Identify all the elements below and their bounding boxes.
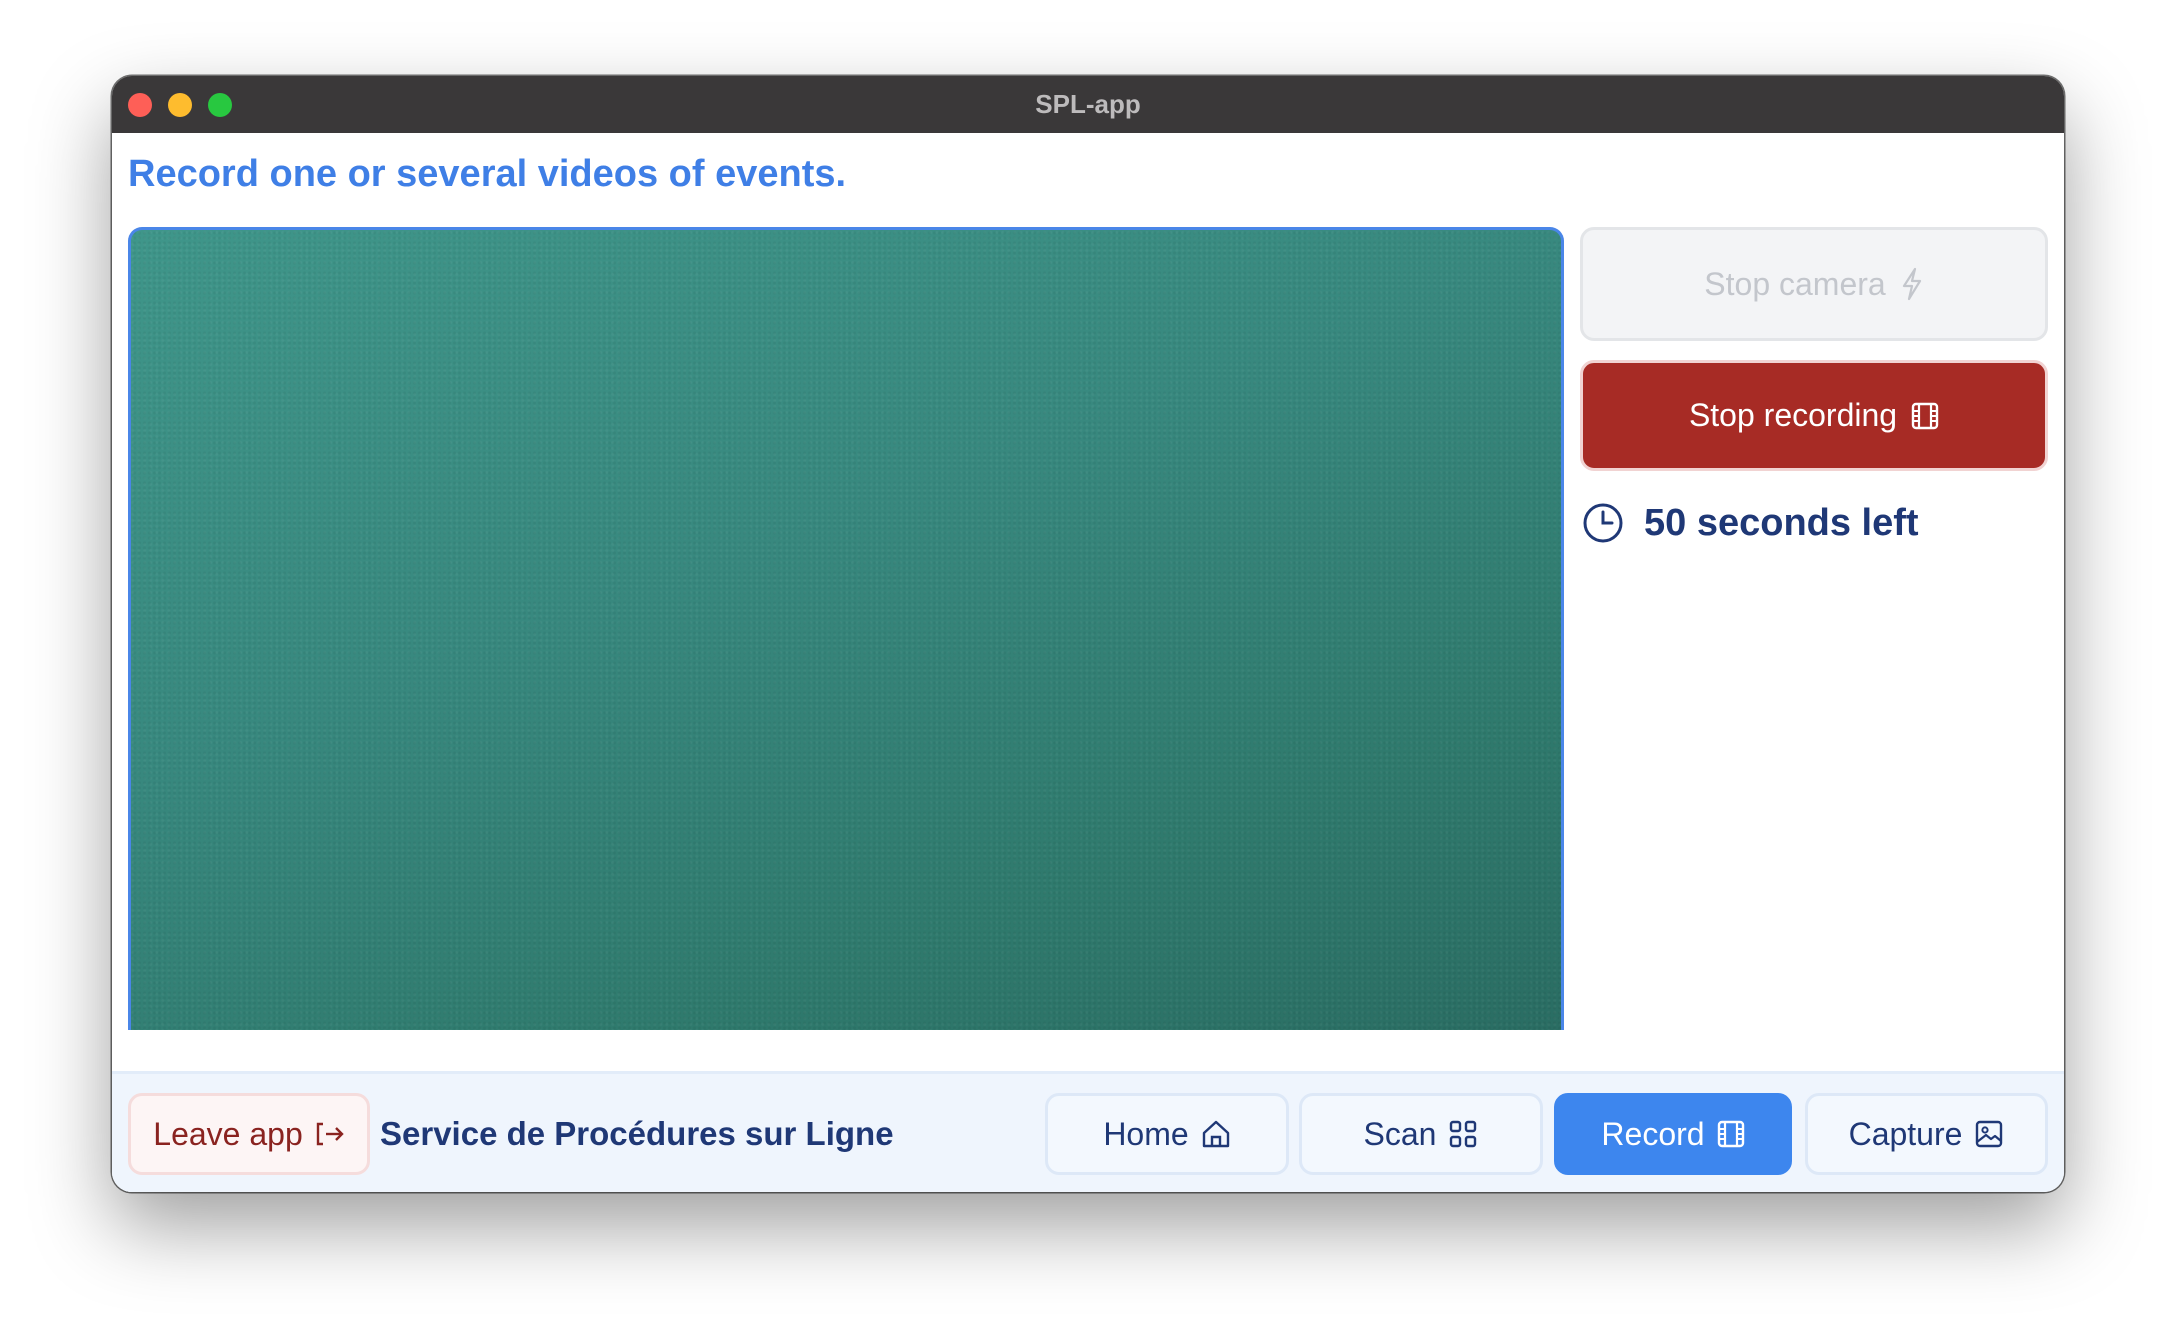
window-title: SPL-app (1035, 89, 1141, 119)
nav-record-label: Record (1601, 1115, 1705, 1152)
camera-preview (128, 227, 1564, 1030)
grid-icon (1448, 1119, 1478, 1149)
clock-icon (1582, 502, 1624, 544)
nav-scan-label: Scan (1363, 1115, 1437, 1152)
nav-scan-button[interactable]: Scan (1299, 1093, 1543, 1175)
home-icon (1201, 1119, 1231, 1149)
leave-app-label: Leave app (153, 1115, 303, 1152)
logout-icon (315, 1121, 345, 1147)
lightning-icon (1900, 267, 1924, 301)
timer-text: 50 seconds left (1644, 501, 1919, 544)
main-content: Record one or several videos of events. … (112, 133, 2064, 1192)
service-name: Service de Procédures sur Ligne (380, 1115, 894, 1152)
page-title: Record one or several videos of events. (128, 153, 847, 195)
recording-timer: 50 seconds left (1582, 498, 1919, 548)
stop-camera-label: Stop camera (1704, 265, 1886, 302)
film-icon (1911, 402, 1939, 430)
nav-record-button[interactable]: Record (1554, 1093, 1792, 1175)
nav-home-button[interactable]: Home (1045, 1093, 1289, 1175)
nav-capture-label: Capture (1848, 1115, 1963, 1152)
footer-bar: Leave app Service de Procédures sur Lign… (112, 1071, 2064, 1192)
title-bar[interactable]: SPL-app (112, 76, 2064, 134)
stop-recording-button[interactable]: Stop recording (1580, 360, 2048, 471)
camera-feed-texture (131, 230, 1561, 1030)
image-icon (1974, 1119, 2004, 1149)
app-window: SPL-app Record one or several videos of … (112, 76, 2064, 1192)
stop-recording-label: Stop recording (1688, 397, 1898, 433)
nav-capture-button[interactable]: Capture (1805, 1093, 2048, 1175)
film-icon (1717, 1120, 1745, 1148)
leave-app-button[interactable]: Leave app (128, 1093, 370, 1175)
nav-home-label: Home (1103, 1115, 1189, 1152)
stop-camera-button[interactable]: Stop camera (1580, 227, 2048, 341)
